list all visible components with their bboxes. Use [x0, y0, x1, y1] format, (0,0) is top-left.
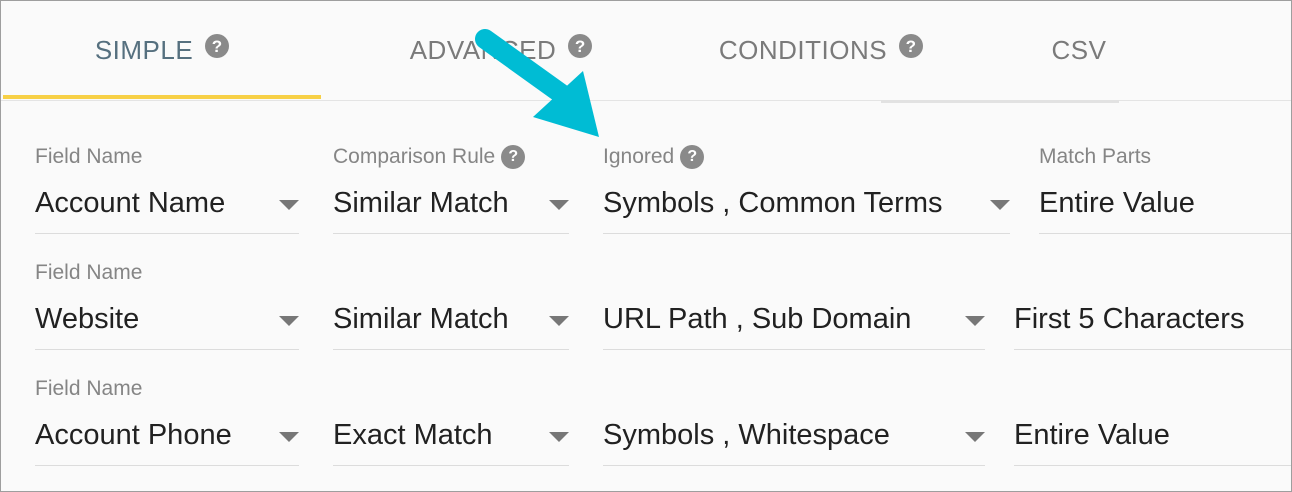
comparison-rule-select[interactable]: Exact Match: [333, 413, 569, 466]
match-rule-row: Field Name Website Similar Match URL Pat…: [1, 257, 1291, 373]
help-icon[interactable]: ?: [899, 34, 924, 58]
dropdown-arrow-icon: [279, 432, 299, 442]
ignored-select[interactable]: Symbols , Common Terms: [603, 181, 1010, 234]
dropdown-arrow-icon: [965, 432, 985, 442]
match-rules-panel: SIMPLE ? ADVANCED ? CONDITIONS ? CSV Fie…: [0, 0, 1292, 492]
dropdown-arrow-icon: [549, 432, 569, 442]
tab-label: CONDITIONS: [718, 34, 888, 65]
match-parts-field[interactable]: Entire Value: [1039, 181, 1291, 234]
field-name-select[interactable]: Account Phone: [35, 413, 299, 466]
field-name-label: Field Name: [35, 377, 143, 400]
tab-divider-shadow: [881, 100, 1119, 103]
dropdown-arrow-icon: [279, 316, 299, 326]
comparison-rule-label: Comparison Rule ?: [333, 145, 526, 169]
ignored-select[interactable]: URL Path , Sub Domain: [603, 297, 985, 350]
match-parts-label: Match Parts: [1039, 145, 1152, 168]
match-rule-row: Field Name Account Name Comparison Rule …: [1, 141, 1291, 257]
match-parts-field[interactable]: First 5 Characters: [1014, 297, 1291, 350]
comparison-rule-value: Exact Match: [333, 419, 493, 451]
field-name-value: Account Phone: [35, 419, 232, 451]
field-name-select[interactable]: Website: [35, 297, 299, 350]
help-icon[interactable]: ?: [501, 145, 526, 169]
match-rule-row: Field Name Account Phone Exact Match Sym…: [1, 373, 1291, 489]
ignored-value: Symbols , Whitespace: [603, 419, 890, 451]
match-parts-field[interactable]: Entire Value: [1014, 413, 1291, 466]
help-icon[interactable]: ?: [205, 34, 230, 58]
tab-simple[interactable]: SIMPLE ?: [3, 1, 321, 99]
field-name-label: Field Name: [35, 145, 143, 168]
field-name-label: Field Name: [35, 261, 143, 284]
dropdown-arrow-icon: [549, 200, 569, 210]
ignored-value: URL Path , Sub Domain: [603, 303, 912, 335]
annotation-arrow-icon: [475, 29, 599, 137]
dropdown-arrow-icon: [990, 200, 1010, 210]
help-icon[interactable]: ?: [680, 145, 705, 169]
field-name-value: Account Name: [35, 187, 226, 219]
ignored-value: Symbols , Common Terms: [603, 187, 943, 219]
comparison-rule-select[interactable]: Similar Match: [333, 181, 569, 234]
comparison-rule-select[interactable]: Similar Match: [333, 297, 569, 350]
tab-label: CSV: [1051, 34, 1107, 65]
comparison-rule-value: Similar Match: [333, 303, 509, 335]
tab-label: SIMPLE: [94, 34, 194, 65]
field-name-value: Website: [35, 303, 140, 335]
tab-conditions[interactable]: CONDITIONS ?: [661, 1, 981, 99]
tab-bar: SIMPLE ? ADVANCED ? CONDITIONS ? CSV: [1, 1, 1291, 103]
dropdown-arrow-icon: [279, 200, 299, 210]
dropdown-arrow-icon: [549, 316, 569, 326]
match-parts-value: First 5 Characters: [1014, 303, 1245, 335]
ignored-label: Ignored ?: [603, 145, 705, 169]
ignored-select[interactable]: Symbols , Whitespace: [603, 413, 985, 466]
match-parts-value: Entire Value: [1014, 419, 1170, 451]
field-name-select[interactable]: Account Name: [35, 181, 299, 234]
active-tab-indicator: [3, 95, 321, 99]
comparison-rule-value: Similar Match: [333, 187, 509, 219]
tab-csv[interactable]: CSV: [981, 1, 1177, 99]
match-parts-value: Entire Value: [1039, 187, 1195, 219]
dropdown-arrow-icon: [965, 316, 985, 326]
